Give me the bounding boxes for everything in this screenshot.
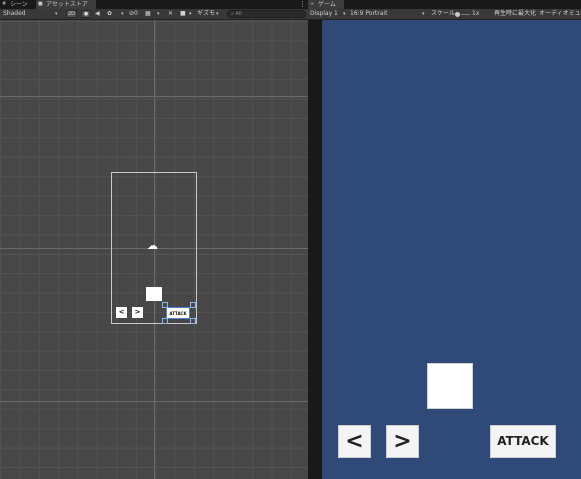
effects-toggle-icon[interactable]: ✿ (107, 9, 112, 19)
rect-handle-icon[interactable] (190, 318, 196, 324)
scale-value: 1x (472, 10, 480, 17)
chevron-down-icon: ▾ (189, 11, 192, 17)
shading-mode-dropdown[interactable]: Shaded (3, 9, 26, 19)
scale-slider-track[interactable] (461, 14, 470, 15)
chevron-down-icon: ▾ (55, 11, 58, 17)
tab-asset-store-label: アセットストア (46, 1, 88, 8)
tab-scene-label: シーン (10, 1, 28, 8)
scene-left-button[interactable]: < (116, 307, 127, 318)
game-player-square[interactable] (427, 363, 473, 409)
game-tab-bar: ∞ ゲーム (308, 0, 581, 9)
panel-divider[interactable] (308, 0, 322, 479)
tab-scene[interactable]: # シーン (0, 0, 34, 9)
scene-search-input[interactable]: ⌕ All (227, 10, 306, 18)
gizmos-dropdown[interactable]: ギズモ (197, 9, 215, 19)
maximize-on-play-toggle[interactable]: 再生時に最大化 (494, 9, 536, 19)
rect-handle-icon[interactable] (162, 318, 168, 324)
tab-game[interactable]: ∞ ゲーム (308, 0, 344, 9)
game-attack-button[interactable]: ATTACK (490, 425, 556, 458)
scene-right-button[interactable]: > (132, 307, 143, 318)
chevron-down-icon: ▾ (343, 11, 346, 17)
scale-label: スケール (431, 10, 456, 17)
camera-icon[interactable]: ■ (180, 9, 186, 19)
grid-toggle-icon[interactable]: ▦ (145, 9, 151, 19)
tab-game-label: ゲーム (318, 1, 336, 8)
aspect-dropdown[interactable]: 16:9 Portrait (350, 9, 387, 19)
chevron-down-icon: ▾ (216, 11, 219, 17)
scene-toolbar: Shaded ▾ 2D ● ◀ ✿ ▾ ⊘0 ▦ ▾ ✕ ■ ▾ ギズモ ▾ ⌕… (0, 9, 308, 20)
hidden-objects-icon[interactable]: ⊘0 (129, 9, 138, 19)
tools-icon[interactable]: ✕ (168, 9, 173, 19)
more-options-icon[interactable]: ⋮ (299, 0, 306, 9)
tab-asset-store[interactable]: ■ アセットストア (36, 0, 96, 9)
mode-2d-toggle[interactable]: 2D (66, 10, 77, 18)
scene-attack-button[interactable]: ATTACK (166, 307, 190, 319)
scale-slider-knob[interactable] (455, 12, 460, 17)
search-icon: ⌕ (231, 11, 234, 17)
camera-gizmo-icon[interactable]: ☁ (147, 240, 158, 251)
chevron-down-icon: ▾ (157, 11, 160, 17)
game-view[interactable]: < > ATTACK (322, 20, 581, 479)
chevron-down-icon: ▾ (422, 11, 425, 17)
search-text: All (235, 11, 242, 17)
scene-tab-bar: # シーン ■ アセットストア ⋮ (0, 0, 308, 9)
gamepad-icon: ∞ (310, 1, 315, 7)
scene-view[interactable]: ☁ < > ATTACK (0, 20, 308, 479)
display-dropdown[interactable]: Display 1 (310, 9, 338, 19)
game-right-button[interactable]: > (386, 425, 419, 458)
mute-audio-toggle[interactable]: オーディオミュート (539, 9, 581, 19)
rect-handle-icon[interactable] (162, 302, 168, 308)
scene-player-square[interactable] (146, 287, 162, 301)
game-left-button[interactable]: < (338, 425, 371, 458)
chevron-down-icon: ▾ (121, 11, 124, 17)
hash-icon: # (2, 1, 7, 7)
game-toolbar: Display 1 ▾ 16:9 Portrait ▾ スケール 1x 再生時に… (308, 9, 581, 20)
lighting-toggle-icon[interactable]: ● (81, 10, 91, 18)
rect-handle-icon[interactable] (190, 302, 196, 308)
lock-icon: ■ (38, 1, 43, 7)
audio-toggle-icon[interactable]: ◀ (95, 9, 100, 19)
